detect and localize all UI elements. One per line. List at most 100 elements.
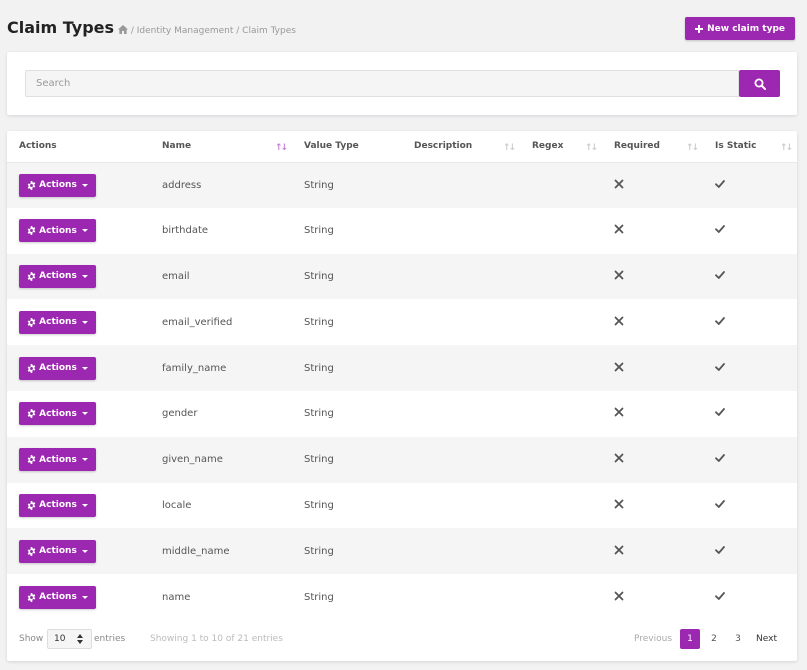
chevron-down-icon (81, 549, 88, 553)
gear-icon (27, 226, 36, 236)
close-icon (614, 453, 624, 463)
entries-label: entries (94, 634, 126, 644)
close-icon (614, 316, 624, 326)
chevron-down-icon (81, 503, 88, 507)
search-card (7, 52, 797, 115)
cell-actions: Actions (7, 345, 150, 391)
check-icon (715, 271, 725, 279)
cell-actions: Actions (7, 437, 150, 483)
close-icon (614, 545, 624, 555)
cell-name: email (162, 270, 190, 282)
table-header-row: Actions Name ↑↓ Value Type Description ↑↓ … (7, 131, 797, 163)
chevron-down-icon (81, 183, 88, 187)
table-row: Actions name String (7, 574, 797, 620)
sort-icon[interactable]: ↑↓ (686, 143, 699, 153)
cell-description (402, 254, 520, 300)
cell-regex (520, 162, 602, 208)
close-icon (614, 407, 624, 417)
actions-label: Actions (39, 225, 77, 236)
cell-actions: Actions (7, 391, 150, 437)
cell-description (402, 208, 520, 254)
cell-actions: Actions (7, 483, 150, 529)
cell-description (402, 574, 520, 620)
page-length-select[interactable]: 10 (47, 629, 92, 649)
check-icon (715, 454, 725, 463)
pagination: Previous 1 2 3 Next (630, 629, 781, 649)
actions-button[interactable]: Actions (19, 585, 96, 609)
home-icon[interactable] (118, 25, 128, 34)
actions-button[interactable]: Actions (19, 173, 96, 197)
actions-button[interactable]: Actions (19, 219, 96, 243)
chevron-down-icon (81, 320, 88, 324)
cell-is-static (703, 391, 797, 437)
column-name[interactable]: Name ↑↓ (150, 131, 292, 163)
actions-button[interactable]: Actions (19, 448, 96, 472)
cell-regex (520, 254, 602, 300)
previous-page-button[interactable]: Previous (630, 629, 676, 649)
sort-icon[interactable]: ↑↓ (503, 143, 516, 153)
actions-button[interactable]: Actions (19, 539, 96, 563)
breadcrumb-path[interactable]: / Identity Management / Claim Types (131, 26, 296, 36)
column-description[interactable]: Description ↑↓ (402, 131, 520, 163)
page-button-2[interactable]: 2 (704, 629, 724, 649)
cell-regex (520, 528, 602, 574)
column-regex[interactable]: Regex ↑↓ (520, 131, 602, 163)
table-row: Actions birthdate String (7, 208, 797, 254)
search-button[interactable] (739, 70, 780, 97)
cell-name: locale (162, 499, 192, 511)
close-icon (614, 362, 624, 371)
cell-required (602, 345, 703, 391)
actions-button[interactable]: Actions (19, 310, 96, 334)
cell-is-static (703, 528, 797, 574)
actions-label: Actions (39, 317, 77, 328)
new-claim-type-label: New claim type (707, 23, 785, 34)
column-required[interactable]: Required ↑↓ (602, 131, 703, 163)
page-button-1[interactable]: 1 (680, 629, 701, 649)
actions-button[interactable]: Actions (19, 264, 96, 288)
search-input[interactable] (25, 70, 739, 97)
cell-actions: Actions (7, 299, 150, 345)
cell-name: family_name (162, 362, 227, 374)
column-value-type[interactable]: Value Type (292, 131, 402, 163)
new-claim-type-button[interactable]: New claim type (685, 17, 795, 40)
table-footer: Show 10 entries Showing 1 to 10 of 21 en… (7, 621, 797, 661)
actions-button[interactable]: Actions (19, 356, 96, 380)
sort-asc-icon[interactable]: ↑↓ (275, 143, 288, 153)
table-row: Actions locale String (7, 483, 797, 529)
close-icon (614, 499, 624, 509)
chevron-down-icon (81, 412, 88, 416)
cell-is-static (703, 483, 797, 529)
check-icon (715, 179, 725, 188)
sort-icon[interactable]: ↑↓ (585, 143, 598, 153)
column-is-static[interactable]: Is Static ↑↓ (703, 131, 797, 163)
check-icon (715, 225, 725, 234)
breadcrumb: / Identity Management / Claim Types (118, 25, 296, 36)
page-button-3[interactable]: 3 (728, 629, 748, 649)
cell-name: gender (162, 408, 198, 420)
cell-actions: Actions (7, 528, 150, 574)
cell-actions: Actions (7, 254, 150, 300)
cell-name: email_verified (162, 316, 233, 328)
chevron-down-icon (81, 458, 88, 462)
cell-value-type: String (304, 225, 334, 237)
cell-name: address (162, 179, 202, 191)
table-row: Actions address String (7, 162, 797, 208)
cell-description (402, 483, 520, 529)
actions-label: Actions (39, 500, 77, 511)
check-icon (715, 591, 725, 600)
sort-updown-icon (77, 634, 83, 644)
sort-icon[interactable]: ↑↓ (780, 143, 793, 153)
cell-description (402, 437, 520, 483)
actions-button[interactable]: Actions (19, 493, 96, 517)
page-header: Claim Types / Identity Management / Clai… (7, 14, 795, 46)
cell-value-type: String (304, 454, 334, 466)
search-icon (754, 78, 766, 90)
table-row: Actions gender String (7, 391, 797, 437)
claim-types-table-card: Actions Name ↑↓ Value Type Description ↑↓ … (7, 131, 797, 661)
next-page-button[interactable]: Next (752, 629, 781, 649)
gear-icon (27, 180, 36, 190)
cell-name: middle_name (162, 545, 230, 557)
cell-description (402, 162, 520, 208)
actions-button[interactable]: Actions (19, 402, 96, 426)
cell-regex (520, 391, 602, 437)
